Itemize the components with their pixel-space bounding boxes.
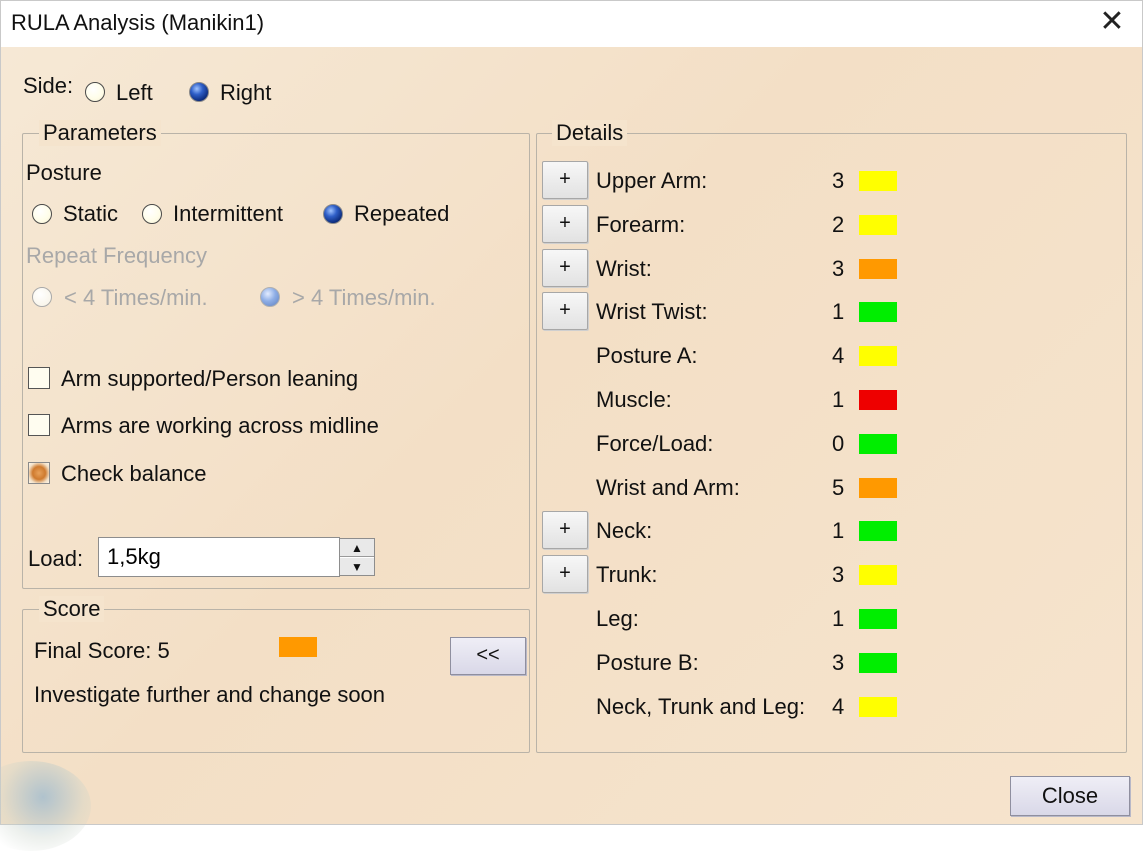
details-score-value: 5: [832, 475, 845, 500]
details-label: Force/Load:: [596, 431, 714, 456]
close-button[interactable]: Close: [1010, 776, 1130, 816]
details-label: Posture A:: [596, 343, 698, 368]
frequency-over-4-radio[interactable]: [260, 287, 280, 307]
score-group: [22, 609, 530, 753]
details-score-value: 4: [832, 694, 845, 719]
details-color-swatch: [859, 259, 897, 279]
details-label: Leg:: [596, 606, 639, 631]
arms-midline-label[interactable]: Arms are working across midline: [61, 413, 379, 439]
details-score-value: 1: [832, 518, 845, 543]
posture-repeated-radio[interactable]: [323, 204, 343, 224]
expand-wrist-button[interactable]: +: [542, 249, 588, 287]
parameters-title: Parameters: [39, 120, 161, 146]
decorative-globe-graphic: [0, 761, 91, 851]
expand-neck-button[interactable]: +: [542, 511, 588, 549]
posture-intermittent-label[interactable]: Intermittent: [173, 201, 283, 227]
details-color-swatch: [859, 346, 897, 366]
details-color-swatch: [859, 434, 897, 454]
details-score-value: 1: [832, 606, 845, 631]
side-right-radio[interactable]: [189, 82, 209, 102]
details-score-value: 4: [832, 343, 845, 368]
details-label: Neck, Trunk and Leg:: [596, 694, 806, 719]
details-label: Trunk:: [596, 562, 658, 587]
details-color-swatch: [859, 215, 897, 235]
details-color-swatch: [859, 697, 897, 717]
details-score-value: 3: [832, 562, 845, 587]
rula-analysis-dialog: RULA Analysis (Manikin1) ✕ Side: Left Ri…: [0, 0, 1143, 851]
expand-trunk-button[interactable]: +: [542, 555, 588, 593]
side-left-radio[interactable]: [85, 82, 105, 102]
arm-supported-label[interactable]: Arm supported/Person leaning: [61, 366, 358, 392]
details-label: Posture B:: [596, 650, 699, 675]
details-color-swatch: [859, 565, 897, 585]
details-label: Upper Arm:: [596, 168, 708, 193]
check-balance-label[interactable]: Check balance: [61, 461, 207, 487]
side-left-label[interactable]: Left: [116, 80, 153, 106]
details-score-value: 1: [832, 387, 845, 412]
collapse-details-button[interactable]: <<: [450, 637, 526, 675]
details-label: Muscle:: [596, 387, 672, 412]
expand-upper-arm-button[interactable]: +: [542, 161, 588, 199]
details-score-value: 2: [832, 212, 845, 237]
posture-intermittent-radio[interactable]: [142, 204, 162, 224]
load-label: Load:: [28, 546, 84, 571]
frequency-under-4-label[interactable]: < 4 Times/min.: [64, 285, 208, 311]
details-color-swatch: [859, 653, 897, 673]
details-color-swatch: [859, 478, 897, 498]
repeat-frequency-label: Repeat Frequency: [26, 243, 207, 268]
close-window-icon[interactable]: ✕: [1096, 7, 1128, 39]
expand-forearm-button[interactable]: +: [542, 205, 588, 243]
arm-supported-checkbox[interactable]: [28, 367, 50, 389]
details-label: Wrist and Arm:: [596, 475, 740, 500]
final-score-color-swatch: [279, 637, 317, 657]
details-label: Wrist Twist:: [596, 299, 708, 324]
load-input[interactable]: [98, 537, 340, 577]
load-decrement-button[interactable]: ▼: [340, 557, 374, 575]
details-color-swatch: [859, 171, 897, 191]
details-label: Wrist:: [596, 256, 652, 281]
details-score-value: 0: [832, 431, 845, 456]
details-color-swatch: [859, 302, 897, 322]
details-title: Details: [552, 120, 628, 146]
posture-repeated-label[interactable]: Repeated: [354, 201, 449, 227]
details-score-value: 3: [832, 256, 845, 281]
side-right-label[interactable]: Right: [220, 80, 271, 106]
posture-label: Posture: [26, 160, 102, 185]
details-color-swatch: [859, 390, 897, 410]
details-score-value: 3: [832, 168, 845, 193]
frequency-over-4-label[interactable]: > 4 Times/min.: [292, 285, 436, 311]
check-balance-checkbox[interactable]: [28, 462, 50, 484]
side-label: Side:: [23, 73, 74, 98]
details-label: Forearm:: [596, 212, 686, 237]
window-title: RULA Analysis (Manikin1): [11, 10, 265, 35]
details-score-value: 3: [832, 650, 845, 675]
posture-static-label[interactable]: Static: [63, 201, 118, 227]
load-spinner: ▲ ▼: [339, 538, 375, 576]
title-bar: RULA Analysis (Manikin1) ✕: [1, 1, 1142, 47]
expand-wrist-twist-button[interactable]: +: [542, 292, 588, 330]
posture-static-radio[interactable]: [32, 204, 52, 224]
details-score-value: 1: [832, 299, 845, 324]
arms-midline-checkbox[interactable]: [28, 414, 50, 436]
frequency-under-4-radio[interactable]: [32, 287, 52, 307]
score-title: Score: [39, 596, 105, 622]
load-increment-button[interactable]: ▲: [340, 539, 374, 557]
details-label: Neck:: [596, 518, 653, 543]
final-score-text: Final Score: 5: [34, 638, 170, 663]
details-color-swatch: [859, 521, 897, 541]
score-message: Investigate further and change soon: [34, 682, 386, 707]
details-color-swatch: [859, 609, 897, 629]
